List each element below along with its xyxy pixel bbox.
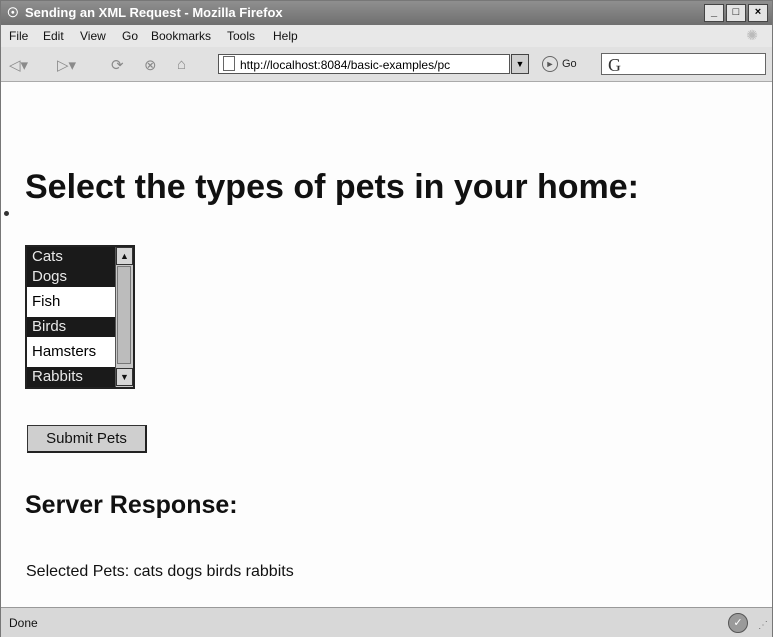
- menu-bookmarks[interactable]: Bookmarks: [151, 29, 211, 43]
- pet-option-birds[interactable]: Birds: [27, 317, 115, 337]
- reload-icon[interactable]: ⟳: [111, 56, 124, 74]
- page-icon: [223, 56, 235, 71]
- url-bar[interactable]: http://localhost:8084/basic-examples/pc: [218, 54, 510, 74]
- throbber-icon: ✺: [746, 27, 758, 43]
- firefox-icon: ☉: [7, 5, 19, 20]
- menu-file[interactable]: File: [9, 29, 28, 43]
- pet-option-fish[interactable]: Fish: [27, 292, 115, 312]
- browser-window: ☉ Sending an XML Request - Mozilla Firef…: [0, 0, 773, 637]
- menu-edit[interactable]: Edit: [43, 29, 64, 43]
- security-check-icon: ✓: [728, 613, 748, 633]
- search-input[interactable]: G: [601, 53, 766, 75]
- pet-option-hamsters[interactable]: Hamsters: [27, 342, 115, 362]
- menu-view[interactable]: View: [80, 29, 106, 43]
- maximize-button[interactable]: □: [726, 4, 746, 22]
- pet-option-cats[interactable]: Cats: [27, 247, 115, 267]
- back-icon[interactable]: ◁▾: [9, 56, 28, 74]
- submit-pets-button[interactable]: Submit Pets: [27, 425, 147, 453]
- menu-help[interactable]: Help: [273, 29, 298, 43]
- go-button-label[interactable]: Go: [562, 58, 577, 70]
- status-text: Done: [9, 616, 38, 630]
- google-search-icon: G: [608, 55, 621, 75]
- server-response-text: Selected Pets: cats dogs birds rabbits: [26, 563, 294, 580]
- listbox-scrollbar[interactable]: ▲ ▼: [115, 247, 133, 387]
- forward-icon[interactable]: ▷▾: [57, 56, 76, 74]
- scroll-up-arrow-icon[interactable]: ▲: [116, 247, 133, 265]
- server-response-heading: Server Response:: [25, 491, 238, 519]
- resize-grip-icon[interactable]: ⋰: [758, 620, 768, 631]
- title-bar: ☉ Sending an XML Request - Mozilla Firef…: [1, 1, 772, 25]
- pet-option-rabbits[interactable]: Rabbits: [27, 367, 115, 387]
- page-heading: Select the types of pets in your home:: [25, 168, 640, 206]
- menu-go[interactable]: Go: [122, 29, 138, 43]
- stray-mark: [4, 211, 9, 216]
- navigation-toolbar: ◁▾ ▷▾ ⟳ ⊗ ⌂ http://localhost:8084/basic-…: [1, 47, 772, 82]
- status-bar: Done ✓ ⋰: [1, 607, 772, 637]
- go-icon[interactable]: ►: [542, 56, 558, 72]
- close-button[interactable]: ×: [748, 4, 768, 22]
- menu-tools[interactable]: Tools: [227, 29, 255, 43]
- menu-bar: File Edit View Go Bookmarks Tools Help ✺: [1, 25, 772, 47]
- pets-listbox[interactable]: Cats Dogs Fish Birds Hamsters Rabbits ▲ …: [25, 245, 135, 389]
- stop-icon[interactable]: ⊗: [144, 56, 157, 74]
- window-title: Sending an XML Request - Mozilla Firefox: [25, 5, 283, 20]
- scroll-down-arrow-icon[interactable]: ▼: [116, 368, 133, 386]
- minimize-button[interactable]: _: [704, 4, 724, 22]
- window-controls: _ □ ×: [704, 4, 768, 22]
- pet-option-dogs[interactable]: Dogs: [27, 267, 115, 287]
- home-icon[interactable]: ⌂: [177, 56, 186, 73]
- scroll-thumb[interactable]: [117, 266, 131, 364]
- url-dropdown-button[interactable]: ▼: [511, 54, 529, 74]
- url-text: http://localhost:8084/basic-examples/pc: [240, 58, 451, 72]
